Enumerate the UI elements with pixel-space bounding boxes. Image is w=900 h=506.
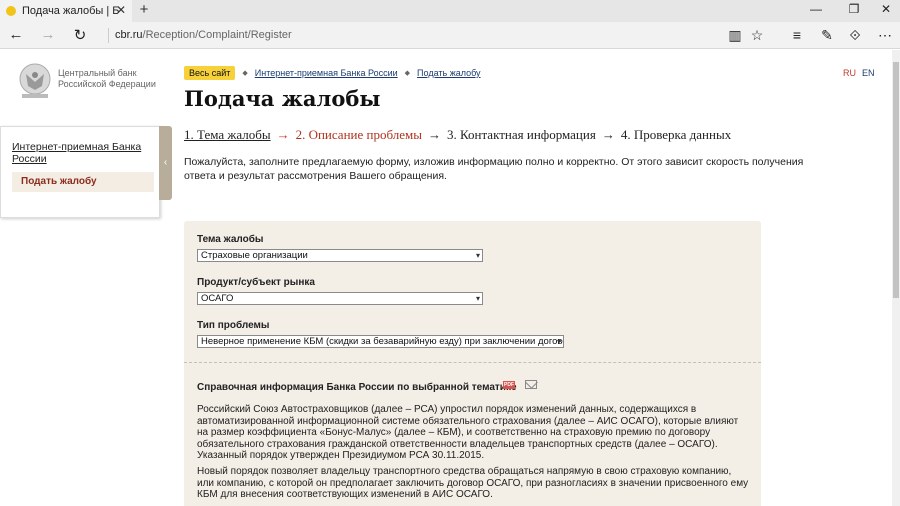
sidebar-menu: Интернет-приемная Банка России Подать жа…: [0, 126, 160, 218]
close-tab-icon[interactable]: ✕: [116, 3, 126, 17]
breadcrumb-separator-icon: ◆: [242, 70, 248, 77]
arrow-icon: →: [601, 127, 615, 142]
refresh-icon[interactable]: ↻: [70, 26, 90, 44]
problem-select-value: Неверное применение КБМ (скидки за безав…: [201, 336, 564, 347]
logo-line2: Российской Федерации: [58, 79, 156, 89]
sidebar-item-complaint[interactable]: Подать жалобу: [12, 172, 154, 192]
reading-view-icon[interactable]: ▥: [726, 27, 744, 44]
logo-text: Центральный банк Российской Федерации: [58, 68, 158, 90]
sidebar-collapse-icon[interactable]: ‹: [159, 126, 172, 200]
all-site-button[interactable]: Весь сайт: [184, 66, 236, 80]
step-3: 3. Контактная информация: [446, 127, 596, 142]
more-icon[interactable]: ⋯: [876, 27, 894, 44]
lang-en-link[interactable]: EN: [862, 68, 875, 78]
web-note-icon[interactable]: ✎: [818, 27, 836, 44]
chevron-down-icon: ▾: [556, 337, 561, 346]
new-tab-icon[interactable]: +: [136, 1, 152, 18]
address-bar[interactable]: cbr.ru/Reception/Complaint/Register: [108, 28, 292, 43]
web-page: Центральный банк Российской Федерации Ве…: [0, 50, 892, 506]
step-indicator: 1. Тема жалобы → 2. Описание проблемы → …: [184, 127, 731, 143]
arrow-icon: →: [427, 127, 441, 142]
product-select-value: ОСАГО: [201, 293, 234, 304]
product-label: Продукт/субъект рынка: [197, 277, 315, 288]
arrow-icon: →: [276, 127, 290, 142]
browser-toolbar: ← → ↻ cbr.ru/Reception/Complaint/Registe…: [0, 22, 900, 49]
step-2-current: 2. Описание проблемы: [295, 127, 422, 142]
favicon-icon: [6, 6, 16, 16]
scrollbar-thumb[interactable]: [893, 62, 899, 298]
pdf-icon[interactable]: PDF: [503, 381, 515, 389]
sidebar-item-reception[interactable]: Интернет-приемная Банка России: [12, 141, 142, 165]
problem-select[interactable]: Неверное применение КБМ (скидки за безав…: [197, 335, 564, 348]
logo-line1: Центральный банк: [58, 68, 137, 78]
chevron-down-icon: ▾: [475, 294, 480, 303]
url-host: cbr.ru: [115, 29, 143, 41]
step-1-link[interactable]: 1. Тема жалобы: [184, 127, 271, 143]
browser-tab-bar: Подача жалобы | Банк ✕ + — ❐ ✕: [0, 0, 900, 22]
url-path: /Reception/Complaint/Register: [142, 29, 292, 41]
eagle-emblem-icon: [19, 63, 51, 98]
maximize-icon[interactable]: ❐: [844, 2, 864, 16]
intro-text: Пожалуйста, заполните предлагаемую форму…: [184, 156, 804, 182]
lang-ru-link[interactable]: RU: [843, 68, 856, 78]
forward-icon[interactable]: →: [38, 26, 58, 43]
breadcrumb-item-complaint[interactable]: Подать жалобу: [417, 68, 481, 78]
chevron-down-icon: ▾: [475, 251, 480, 260]
share-icon[interactable]: ⟐: [846, 27, 864, 44]
minimize-icon[interactable]: —: [806, 2, 826, 16]
problem-label: Тип проблемы: [197, 320, 270, 331]
dashed-divider: [184, 362, 761, 363]
product-select[interactable]: ОСАГО ▾: [197, 292, 483, 305]
info-paragraph-2: Новый порядок позволяет владельцу трансп…: [197, 466, 749, 500]
bank-logo[interactable]: Центральный банк Российской Федерации: [16, 60, 158, 100]
browser-tab[interactable]: Подача жалобы | Банк ✕: [0, 0, 132, 22]
favorite-star-icon[interactable]: ☆: [748, 27, 766, 44]
mail-icon[interactable]: [525, 380, 537, 389]
tab-title: Подача жалобы | Банк: [22, 5, 120, 17]
topic-label: Тема жалобы: [197, 234, 264, 245]
complaint-form-panel: Тема жалобы Страховые организации ▾ Прод…: [184, 221, 761, 506]
breadcrumb-item-reception[interactable]: Интернет-приемная Банка России: [255, 68, 398, 78]
topic-select[interactable]: Страховые организации ▾: [197, 249, 483, 262]
breadcrumb-separator-icon: ◆: [404, 70, 411, 77]
hub-icon[interactable]: ≡: [788, 27, 806, 43]
topic-select-value: Страховые организации: [201, 250, 308, 261]
step-4: 4. Проверка данных: [620, 127, 732, 142]
close-window-icon[interactable]: ✕: [876, 2, 896, 16]
breadcrumb: Весь сайт ◆ Интернет-приемная Банка Росс…: [184, 66, 481, 80]
info-title: Справочная информация Банка России по вы…: [197, 382, 517, 393]
info-paragraph-1: Российский Союз Автостраховщиков (далее …: [197, 404, 739, 461]
back-icon[interactable]: ←: [6, 26, 26, 43]
page-title: Подача жалобы: [184, 86, 381, 111]
